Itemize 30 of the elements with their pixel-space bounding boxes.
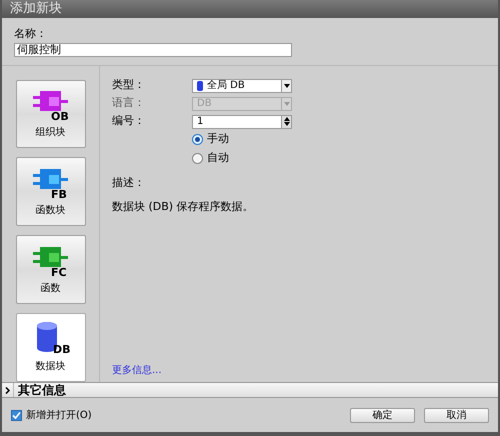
more-info-link[interactable]: 更多信息... (112, 363, 486, 378)
dropdown-arrow-icon (284, 102, 290, 106)
number-label: 编号： (112, 113, 146, 130)
block-type-button[interactable]: FC 函数 (16, 235, 86, 304)
radio-label: 手动 (207, 131, 229, 148)
checkbox[interactable] (11, 410, 22, 420)
block-type-button[interactable]: OB 组织块 (16, 80, 86, 148)
dialog-button[interactable]: 取消 (424, 408, 489, 422)
description-label: 描述： (112, 174, 146, 190)
block-type-button[interactable]: FB 函数块 (16, 157, 86, 226)
check-icon (12, 410, 21, 420)
name-label: 名称： (14, 26, 48, 42)
radio-button[interactable] (192, 153, 203, 164)
number-field[interactable]: 1 (192, 114, 292, 128)
chevron-icon (5, 386, 10, 394)
spinner-icon (284, 117, 290, 126)
other-info-bar[interactable]: 其它信息 (2, 382, 498, 398)
block-type-button[interactable]: DB 数据块 (16, 313, 86, 382)
dialog-button[interactable]: 确定 (350, 408, 415, 422)
window-title: 添加新块 (2, 0, 498, 18)
description-text: 数据块 (DB) 保存程序数据。 (112, 199, 255, 215)
type-dropdown[interactable]: 全局 DB (192, 78, 292, 92)
database-icon (197, 80, 203, 90)
checkbox-label: 新增并打开(O) (26, 408, 92, 422)
language-label: 语言： (112, 95, 146, 112)
radio-button[interactable] (192, 134, 203, 145)
radio-label: 自动 (207, 150, 229, 166)
dropdown-arrow-icon (284, 84, 290, 88)
name-field[interactable]: 伺服控制 (14, 42, 292, 56)
type-label: 类型： (112, 77, 146, 94)
